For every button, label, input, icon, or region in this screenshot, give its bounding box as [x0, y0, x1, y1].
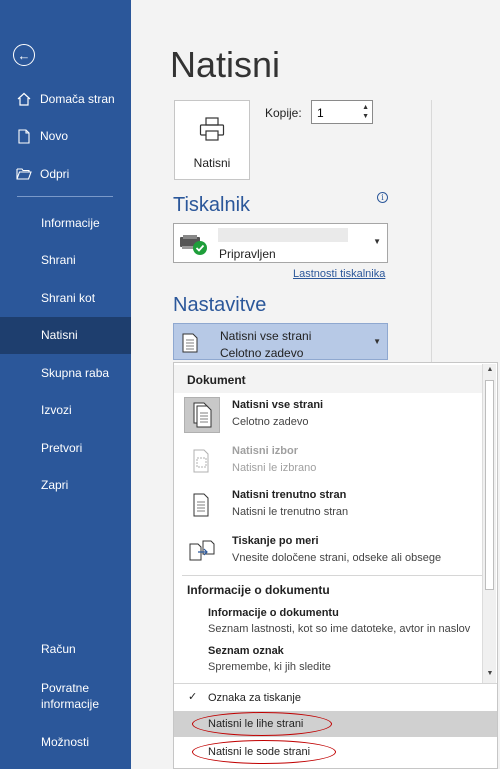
option-title: Informacije o dokumentu [208, 607, 339, 619]
backstage-sidebar: ← Domača stran Novo Odpri Informacije Sh… [0, 0, 131, 769]
sidebar-item-save-as[interactable]: Shrani kot [0, 279, 131, 317]
sidebar-bottom-nav: Račun Povratne informacije Možnosti [0, 630, 131, 761]
sidebar-item-share[interactable]: Skupna raba [0, 354, 131, 392]
printer-properties-link[interactable]: Lastnosti tiskalnika [293, 268, 385, 280]
sidebar-item-export[interactable]: Izvozi [0, 392, 131, 430]
printer-status: Pripravljen [219, 247, 276, 261]
scroll-up-icon[interactable]: ▲ [485, 366, 495, 376]
option-subtitle: Spremembe, ki jih sledite [208, 661, 331, 673]
option-title: Tiskanje po meri [232, 535, 319, 547]
menu-option-all-pages[interactable]: Natisni vse strani Celotno zadevo [182, 395, 482, 439]
print-button-label: Natisni [193, 156, 231, 170]
sidebar-item-convert[interactable]: Pretvori [0, 429, 131, 467]
option-title: Natisni izbor [232, 445, 299, 457]
sidebar-mid-nav: Informacije Shrani Shrani kot Natisni Sk… [0, 204, 131, 504]
sidebar-item-options[interactable]: Možnosti [0, 724, 131, 762]
sidebar-item-new[interactable]: Novo [0, 118, 131, 156]
sidebar-item-label: Pretvori [41, 440, 83, 455]
option-subtitle: Vnesite določene strani, odseke ali obse… [232, 552, 442, 564]
sidebar-item-label: Možnosti [41, 735, 90, 750]
sidebar-item-label: Zapri [41, 478, 69, 493]
option-title: Natisni vse strani [232, 399, 324, 411]
print-pane: Natisni Natisni Kopije: 1 ▲ ▼ Tiskalnik i [131, 0, 500, 769]
all-pages-icon [184, 397, 220, 433]
option-title: Natisni trenutno stran [232, 489, 347, 501]
scroll-down-icon[interactable]: ▼ [485, 670, 495, 680]
menu-group-header: Informacije o dokumentu [187, 583, 330, 597]
highlight-oval-odd [192, 712, 332, 736]
copies-stepper[interactable]: 1 ▲ ▼ [311, 100, 373, 124]
printer-heading: Tiskalnik [173, 194, 251, 216]
custom-range-icon [184, 533, 220, 569]
feedback-line-1: Povratne [41, 680, 90, 695]
sidebar-top-nav: Domača stran Novo Odpri [0, 80, 131, 193]
sidebar-item-label: Skupna raba [41, 365, 110, 380]
sidebar-item-label: Domača stran [40, 91, 115, 106]
selection-icon [184, 443, 220, 479]
sidebar-item-label: Novo [40, 129, 69, 144]
menu-option-selection[interactable]: Natisni izbor Natisni le izbrano [182, 441, 482, 485]
print-range-subtitle: Celotno zadevo [220, 346, 304, 360]
back-arrow-icon[interactable]: ← [13, 44, 35, 66]
option-title: Seznam oznak [208, 645, 284, 657]
feedback-line-2: informacije [41, 696, 100, 711]
page-title: Natisni [170, 44, 281, 85]
new-document-icon [16, 128, 32, 144]
print-range-title: Natisni vse strani [220, 329, 312, 343]
sidebar-divider [17, 196, 113, 197]
info-icon[interactable]: i [377, 192, 388, 203]
sidebar-item-feedback[interactable]: Povratne informacije [0, 668, 131, 724]
printer-name-redacted [218, 228, 348, 242]
checkmark-icon: ✓ [188, 691, 198, 703]
copies-label: Kopije: [265, 106, 302, 120]
option-subtitle: Natisni le izbrano [232, 462, 317, 474]
chevron-down-icon: ▼ [373, 337, 381, 346]
menu-option-current-page[interactable]: Natisni trenutno stran Natisni le trenut… [182, 485, 482, 529]
sidebar-item-label: Izvozi [41, 403, 72, 418]
menu-option-document-info[interactable]: Informacije o dokumentu Seznam lastnosti… [208, 607, 478, 635]
sidebar-item-label: Povratne informacije [41, 680, 99, 712]
printer-select[interactable]: Pripravljen ▼ [173, 223, 388, 263]
sidebar-item-label: Odpri [40, 166, 70, 181]
printer-icon [199, 117, 225, 146]
scroll-thumb[interactable] [485, 380, 494, 590]
menu-group-header: Dokument [187, 373, 246, 387]
sidebar-item-home[interactable]: Domača stran [0, 80, 131, 118]
menu-option-custom[interactable]: Tiskanje po meri Vnesite določene strani… [182, 531, 482, 575]
sidebar-item-save[interactable]: Shrani [0, 242, 131, 280]
copies-value: 1 [317, 106, 324, 120]
sidebar-item-close[interactable]: Zapri [0, 467, 131, 505]
printer-ready-icon [178, 233, 210, 262]
option-subtitle: Natisni le trenutno stran [232, 506, 349, 518]
menu-option-print-markup[interactable]: ✓ Oznaka za tiskanje [174, 685, 497, 711]
sidebar-item-label: Shrani kot [41, 290, 96, 305]
spinner-arrows-icon[interactable]: ▲ ▼ [362, 103, 369, 121]
menu-separator [174, 683, 497, 684]
sidebar-item-label: Informacije [41, 215, 100, 230]
highlight-oval-even [192, 740, 336, 764]
print-range-dropdown[interactable]: Natisni vse strani Celotno zadevo ▼ [173, 323, 388, 360]
pages-icon [182, 333, 200, 358]
sidebar-item-open[interactable]: Odpri [0, 155, 131, 193]
menu-separator [182, 575, 482, 576]
menu-scrollbar[interactable]: ▲ ▼ [482, 364, 496, 684]
option-subtitle: Seznam lastnosti, kot so ime datoteke, a… [208, 623, 471, 635]
print-button[interactable]: Natisni [174, 100, 250, 180]
home-icon [16, 91, 32, 107]
sidebar-item-info[interactable]: Informacije [0, 204, 131, 242]
sidebar-item-label: Natisni [41, 328, 78, 343]
open-folder-icon [16, 166, 32, 182]
sidebar-item-account[interactable]: Račun [0, 630, 131, 668]
option-subtitle: Celotno zadevo [232, 416, 309, 428]
sidebar-item-print[interactable]: Natisni [0, 316, 131, 354]
chevron-down-icon: ▼ [373, 237, 381, 246]
option-label: Oznaka za tiskanje [208, 692, 301, 704]
current-page-icon [184, 487, 220, 523]
print-range-menu: ▲ ▼ Dokument Natisni vse strani Celotno … [173, 362, 498, 769]
sidebar-item-label: Račun [41, 641, 76, 656]
settings-heading: Nastavitve [173, 294, 267, 316]
menu-option-markup-list[interactable]: Seznam oznak Spremembe, ki jih sledite [208, 645, 478, 673]
sidebar-item-label: Shrani [41, 253, 76, 268]
